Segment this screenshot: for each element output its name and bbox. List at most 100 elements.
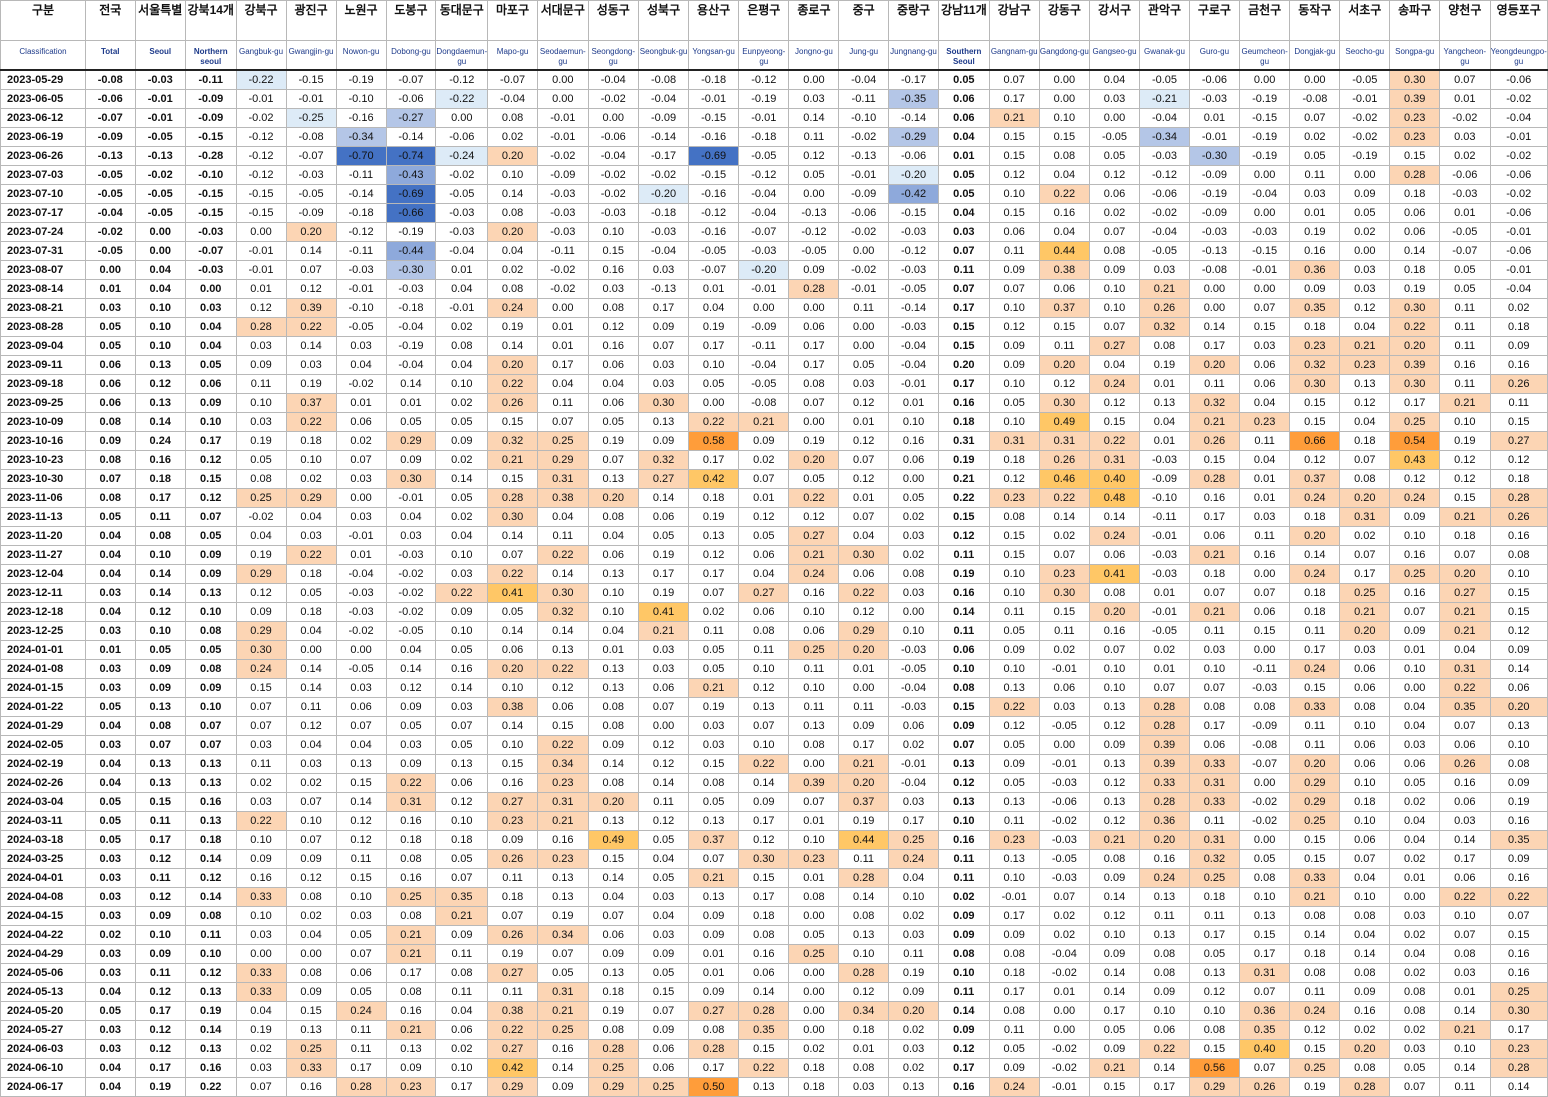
- cell-value: -0.03: [385, 545, 437, 565]
- cell-value: 0.08: [788, 887, 840, 907]
- cell-value: -0.05: [84, 165, 136, 185]
- cell-value: 0.17: [1439, 849, 1491, 869]
- cell-value: 0.39: [1139, 735, 1190, 755]
- cell-value: 0.06: [84, 393, 136, 413]
- cell-value: 0.29: [235, 564, 287, 584]
- column-header-ko: 강서구: [1088, 0, 1141, 41]
- cell-value: 0.15: [335, 773, 387, 793]
- cell-value: 0.03: [788, 89, 840, 109]
- cell-value: 0.12: [637, 735, 690, 755]
- cell-value: 0.14: [1038, 507, 1091, 527]
- cell-value: -0.12: [688, 203, 740, 223]
- table-row: 2024-01-29 0.04 0.08 0.07 0.07 0.12 0.07 0.05 0.…: [0, 716, 1548, 736]
- cell-value: 0.07: [1439, 716, 1491, 736]
- cell-value: 0.36: [1289, 260, 1341, 280]
- cell-value: 0.19: [537, 906, 589, 926]
- cell-value: 0.25: [235, 488, 287, 508]
- cell-value: 0.03: [637, 925, 690, 945]
- cell-value: 0.07: [637, 1001, 690, 1021]
- cell-value: 0.06: [1489, 678, 1548, 698]
- cell-value: 0.10: [1088, 298, 1141, 318]
- cell-value: 0.03: [235, 792, 287, 812]
- cell-value: -0.20: [738, 260, 790, 280]
- cell-value: 0.07: [235, 716, 287, 736]
- cell-value: -0.15: [235, 203, 287, 223]
- cell-value: 0.07: [134, 735, 186, 755]
- cell-value: 0.24: [1389, 488, 1441, 508]
- cell-value: 0.18: [788, 1058, 840, 1078]
- cell-value: 0.17: [1088, 1001, 1141, 1021]
- cell-value: 0.15: [1038, 317, 1091, 337]
- cell-value: 0.30: [537, 583, 589, 603]
- cell-value: 0.10: [1188, 659, 1240, 679]
- cell-value: -0.01: [134, 108, 186, 128]
- cell-value: 0.17: [988, 89, 1040, 109]
- cell-value: 0.01: [1289, 203, 1341, 223]
- cell-value: 0.06: [435, 1020, 489, 1040]
- cell-value: 0.07: [988, 69, 1040, 90]
- cell-value: 0.15: [1289, 830, 1341, 850]
- row-date: 2023-12-11: [0, 583, 86, 603]
- cell-value: 0.14: [487, 526, 539, 546]
- row-date: 2024-03-18: [0, 830, 86, 850]
- cell-value: 0.14: [335, 792, 387, 812]
- cell-value: 0.21: [385, 925, 437, 945]
- cell-value: 0.18: [1188, 564, 1240, 584]
- cell-value: -0.05: [1139, 621, 1190, 641]
- cell-value: 0.11: [1139, 906, 1190, 926]
- cell-value: -0.08: [1238, 735, 1291, 755]
- cell-value: 0.03: [938, 222, 990, 242]
- table-row: 2023-07-10 -0.05 -0.05 -0.15 -0.15 -0.05 -0.14…: [0, 184, 1548, 204]
- cell-value: 0.09: [235, 602, 287, 622]
- cell-value: 0.21: [487, 450, 539, 470]
- cell-value: 0.15: [988, 127, 1040, 147]
- cell-value: -0.02: [537, 260, 589, 280]
- cell-value: 0.04: [285, 735, 337, 755]
- cell-value: 0.00: [1038, 1020, 1091, 1040]
- cell-value: 0.14: [1088, 963, 1141, 983]
- cell-value: 0.06: [738, 545, 790, 565]
- cell-value: 0.04: [435, 526, 489, 546]
- cell-value: 0.17: [688, 564, 740, 584]
- column-label-ko: 양천구: [1448, 3, 1482, 17]
- cell-value: 0.12: [285, 716, 337, 736]
- cell-value: 0.28: [1489, 488, 1548, 508]
- cell-value: 0.11: [688, 621, 740, 641]
- cell-value: 0.18: [1389, 184, 1441, 204]
- column-header-en: Gangbuk-gu: [235, 40, 287, 71]
- table-row: 2024-04-22 0.02 0.10 0.11 0.03 0.04 0.05 0.21 0.…: [0, 925, 1548, 945]
- cell-value: 0.10: [1489, 735, 1548, 755]
- cell-value: 0.10: [235, 830, 287, 850]
- row-date: 2023-11-13: [0, 507, 86, 527]
- cell-value: 0.18: [1489, 317, 1548, 337]
- table-row: 2024-06-03 0.03 0.12 0.13 0.02 0.25 0.11 0.13 0.…: [0, 1039, 1548, 1059]
- cell-value: 0.08: [1238, 697, 1291, 717]
- row-date: 2023-10-09: [0, 412, 86, 432]
- cell-value: 0.04: [385, 640, 437, 660]
- cell-value: 0.10: [134, 317, 186, 337]
- row-date: 2024-05-06: [0, 963, 86, 983]
- cell-value: -0.02: [335, 621, 387, 641]
- cell-value: 0.12: [838, 431, 889, 451]
- cell-value: 0.11: [487, 982, 539, 1002]
- cell-value: 0.16: [1188, 488, 1240, 508]
- cell-value: 0.04: [537, 507, 589, 527]
- cell-value: -0.01: [1139, 526, 1190, 546]
- cell-value: 0.01: [838, 1039, 889, 1059]
- cell-value: 0.12: [134, 887, 186, 907]
- cell-value: 0.15: [938, 317, 990, 337]
- cell-value: 0.22: [285, 545, 337, 565]
- row-date: 2023-09-04: [0, 336, 86, 356]
- cell-value: 0.29: [1289, 792, 1341, 812]
- column-header-ko: 강남구: [988, 0, 1040, 41]
- cell-value: 0.12: [1339, 298, 1391, 318]
- cell-value: 0.23: [1489, 1039, 1548, 1059]
- column-header-ko: 은평구: [738, 0, 790, 41]
- cell-value: -0.04: [1139, 222, 1190, 242]
- cell-value: 0.00: [1238, 773, 1291, 793]
- cell-value: 0.15: [587, 849, 639, 869]
- cell-value: -0.11: [738, 336, 790, 356]
- cell-value: 0.16: [1038, 203, 1091, 223]
- cell-value: 0.42: [487, 1058, 539, 1078]
- cell-value: 0.01: [738, 488, 790, 508]
